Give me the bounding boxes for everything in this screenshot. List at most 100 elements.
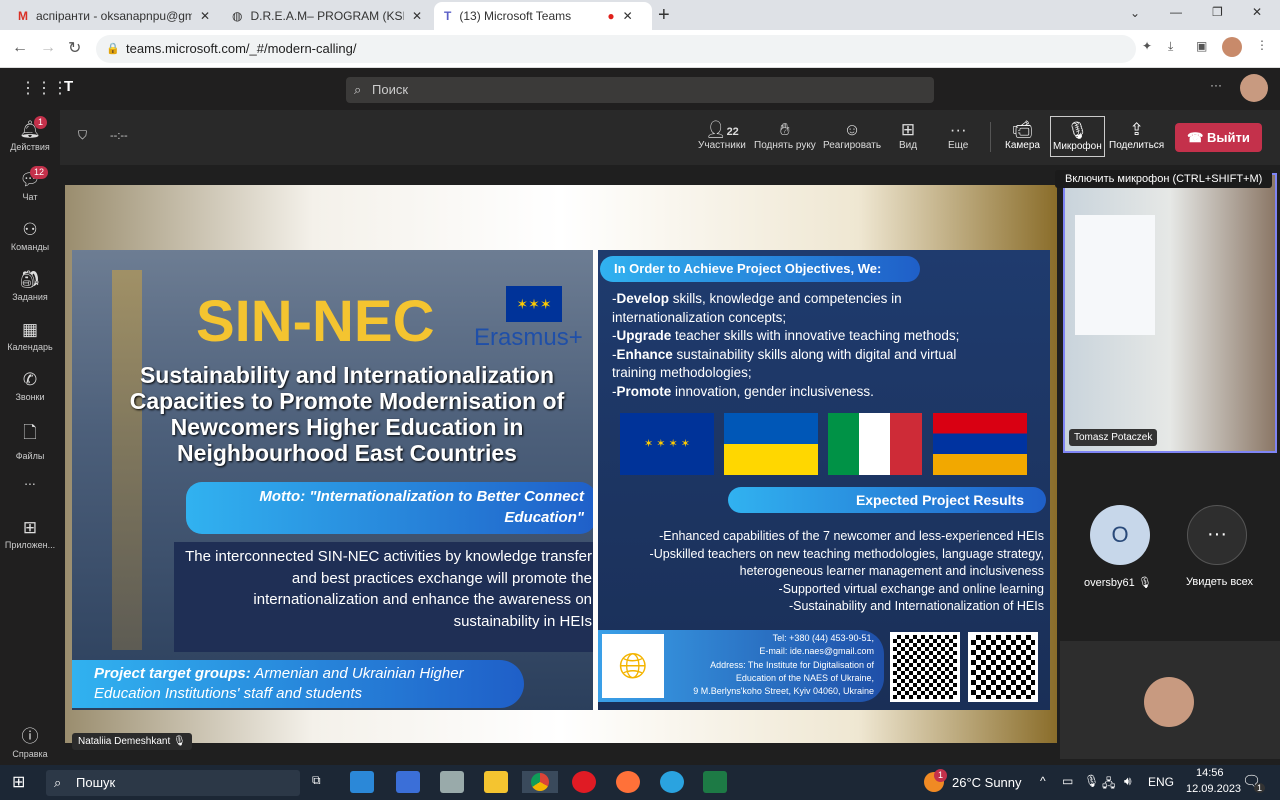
file-explorer-icon[interactable] [484, 771, 508, 793]
rail-item-help[interactable]: ⓘ Справка [0, 722, 60, 759]
result-item: -Sustainability and Internationalization… [788, 599, 1044, 613]
meeting-toolbar: ⛉ --:-- 👤︎22 Участники ✋︎ Поднять руку ☺ Ре… [60, 110, 1280, 165]
objective-item: -Enhance sustainability skills along wit… [612, 346, 957, 381]
button-label: Поднять руку [754, 140, 816, 151]
slide-right-panel: In Order to Achieve Project Objectives, … [598, 250, 1050, 710]
bell-icon: 🔔︎ [19, 120, 41, 139]
search-input[interactable]: ⌕ Поиск [346, 77, 934, 103]
rail-item-calendar[interactable]: ▦ Календарь [0, 320, 60, 352]
tab-search-icon[interactable]: ⌄ [1130, 6, 1140, 20]
participants-panel: Tomasz Potaczek O oversby61 🎙︎ ··· Увиде… [1060, 165, 1280, 765]
participant-video-tile[interactable]: Tomasz Potaczek [1063, 173, 1277, 453]
rail-item-teams[interactable]: ⚇ Команды [0, 220, 60, 252]
task-view-icon[interactable]: ⧉ [312, 773, 321, 788]
hang-up-icon: ☎︎ [1187, 130, 1207, 145]
sidepanel-icon[interactable]: ▣ [1196, 39, 1207, 53]
close-icon[interactable]: ✕ [623, 9, 633, 23]
app-launcher-icon[interactable]: ⋮⋮⋮ [20, 78, 68, 98]
close-window-button[interactable]: ✕ [1252, 5, 1262, 19]
rail-item-files[interactable]: 🗋 Файлы [0, 420, 60, 461]
rail-item-apps[interactable]: ⊞ Приложен... [0, 518, 60, 550]
maximize-button[interactable]: ❐ [1212, 5, 1223, 19]
camera-off-icon: 📹︎ [1011, 120, 1034, 139]
shield-icon: ⛉ [78, 128, 88, 142]
back-button[interactable]: ← [12, 39, 28, 57]
qr-code[interactable] [890, 632, 960, 702]
teams-logo-icon: T [64, 78, 74, 95]
more-button[interactable]: ··· Еще [948, 120, 968, 151]
tab-teams[interactable]: T (13) Microsoft Teams ● ✕ [434, 2, 652, 30]
opera-icon[interactable] [572, 771, 596, 793]
objective-item: -Develop skills, knowledge and competenc… [612, 291, 902, 325]
chat-badge: 12 [30, 166, 49, 179]
app-icon[interactable] [440, 771, 464, 793]
tray-chevron-icon[interactable]: ^ [1040, 774, 1046, 788]
search-placeholder: Поиск [372, 82, 409, 97]
rail-item-calls[interactable]: ✆ Звонки [0, 370, 60, 402]
rail-label: Файлы [15, 451, 45, 461]
firefox-icon[interactable] [616, 771, 640, 793]
language-indicator[interactable]: ENG [1148, 775, 1174, 789]
microphone-button[interactable]: 🎙︎ Микрофон [1050, 116, 1105, 157]
meet-icon[interactable]: ▭ [1062, 774, 1073, 788]
rail-item-assignments[interactable]: 🎒︎ Задания [0, 270, 60, 302]
rail-item-activity[interactable]: 🔔︎ Действия 1 [0, 116, 60, 152]
close-icon[interactable]: ✕ [200, 9, 210, 23]
close-icon[interactable]: ✕ [412, 9, 422, 23]
url-input[interactable]: 🔒 teams.microsoft.com/_#/modern-calling/ [96, 35, 1136, 63]
institute-logo: 🌐︎ [602, 634, 664, 698]
new-tab-button[interactable]: + [658, 4, 670, 27]
extensions-icon[interactable]: ✦ [1142, 39, 1152, 53]
rail-label: Чат [22, 192, 38, 202]
rail-label: Команды [10, 242, 50, 252]
participants-button[interactable]: 👤︎22 Участники [698, 120, 746, 151]
leave-button[interactable]: ☎︎ Выйти [1175, 123, 1262, 152]
clock-date[interactable]: 12.09.2023 [1186, 783, 1241, 795]
ukraine-flag [724, 413, 818, 475]
participant-avatar[interactable]: O [1090, 505, 1150, 565]
more-icon: ··· [949, 120, 967, 139]
windows-start-icon[interactable]: ⊞ [12, 772, 25, 792]
result-item: -Enhanced capabilities of the 7 newcomer… [659, 529, 1044, 543]
raise-hand-button[interactable]: ✋︎ Поднять руку [754, 120, 816, 151]
view-button[interactable]: ⊞ Вид [899, 120, 917, 151]
forward-button[interactable]: → [40, 39, 56, 57]
clock-time[interactable]: 14:56 [1196, 767, 1224, 779]
tab-label: (13) Microsoft Teams [459, 9, 572, 23]
telegram-icon[interactable] [660, 771, 684, 793]
camera-button[interactable]: 📹︎ Камера [1005, 120, 1040, 151]
rail-item-more[interactable]: ... [0, 472, 60, 488]
chrome-icon[interactable] [522, 771, 558, 793]
rail-label: Звонки [15, 392, 45, 402]
rail-item-chat[interactable]: 💬︎ Чат 12 [0, 166, 60, 202]
store-icon[interactable] [396, 771, 420, 793]
armenia-flag [933, 413, 1027, 475]
teams-icon: T [444, 9, 452, 23]
profile-avatar[interactable] [1222, 37, 1242, 57]
reload-button[interactable]: ↻ [68, 38, 81, 58]
minimize-button[interactable]: — [1170, 5, 1182, 19]
layout-icon: ⊞ [900, 120, 916, 139]
edge-icon[interactable] [350, 771, 374, 793]
see-all-button[interactable]: ··· [1187, 505, 1247, 565]
user-avatar[interactable] [1240, 74, 1268, 102]
tab-gmail[interactable]: M аспіранти - oksanapnpu@gmail. ✕ [8, 2, 220, 30]
divider [990, 122, 991, 152]
mic-off-icon: 🎙︎ [1066, 121, 1089, 140]
taskbar-search[interactable]: ⌕ Пошук [46, 770, 300, 796]
volume-icon[interactable]: 🔊︎ [1124, 774, 1132, 789]
mic-icon[interactable]: 🎙︎ [1084, 774, 1099, 788]
network-icon[interactable]: 🖧 [1102, 774, 1115, 795]
weather-text[interactable]: 26°C Sunny [952, 775, 1022, 790]
share-button[interactable]: ⇪ Поделиться [1109, 120, 1164, 151]
more-options-icon[interactable]: ··· [1210, 78, 1222, 92]
tab-dream-program[interactable]: ◍ D.R.E.A.M– PROGRAM (KSIĄŻECZ ✕ [222, 2, 432, 30]
excel-icon[interactable] [703, 771, 727, 793]
participants-count: 22 [726, 126, 739, 138]
qr-code[interactable] [968, 632, 1038, 702]
menu-icon[interactable]: ⋮ [1256, 38, 1268, 52]
lock-icon: 🔒 [106, 43, 120, 55]
react-button[interactable]: ☺ Реагировать [823, 120, 881, 151]
meeting-timer: --:-- [110, 130, 128, 142]
download-icon[interactable]: ⤓ [1168, 39, 1173, 54]
